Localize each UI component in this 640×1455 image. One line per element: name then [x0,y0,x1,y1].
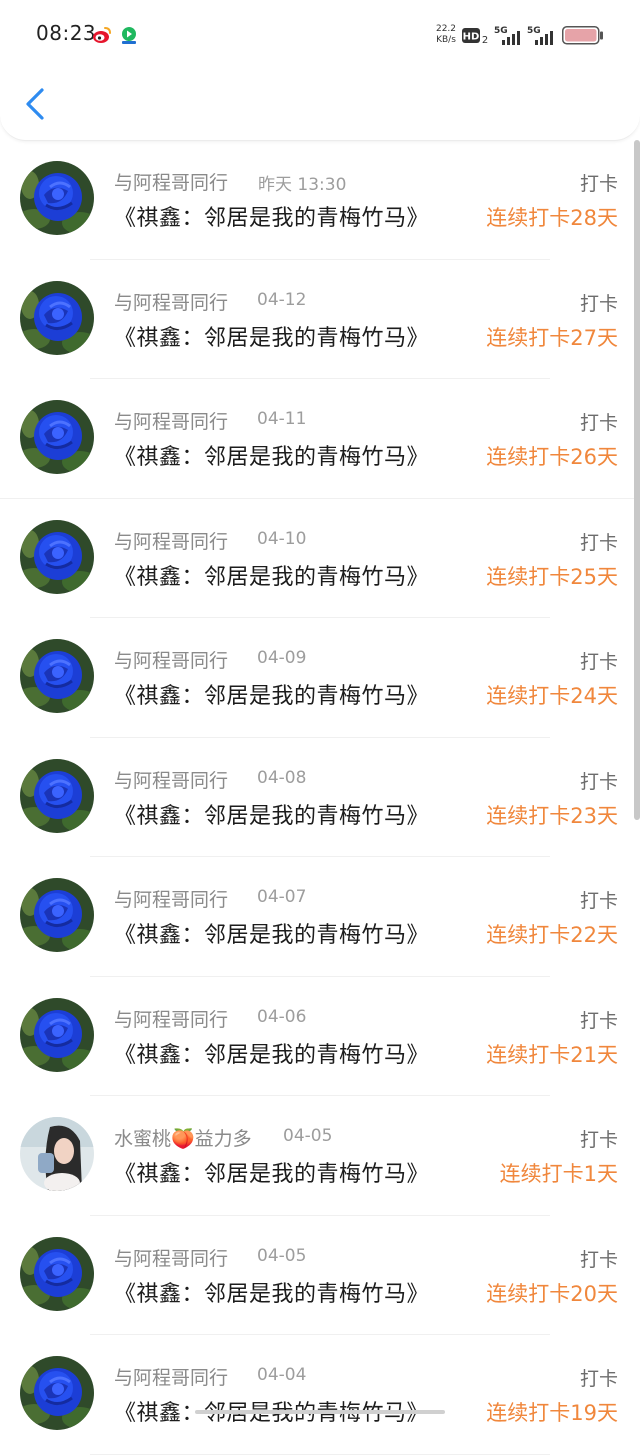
avatar-blue-rose[interactable] [20,997,94,1072]
checkin-tag: 打卡 [579,890,618,912]
list-item[interactable]: 水蜜桃🍑益力多 04-05 《祺鑫：邻居是我的青梅竹马》 打卡连续打卡1天 [0,1096,640,1216]
post-date: 04-06 [257,1006,307,1027]
book-title: 《祺鑫：邻居是我的青梅竹马》 [114,684,430,709]
avatar-blue-rose[interactable] [20,1356,94,1430]
streak-count: 连续打卡1天 [499,1162,618,1186]
book-title: 《祺鑫：邻居是我的青梅竹马》 [114,325,430,351]
checkin-tag: 打卡 [579,770,618,793]
book-title: 《祺鑫：邻居是我的青梅竹马》 [114,1042,430,1068]
book-title: 《祺鑫：邻居是我的青梅竹马》 [114,923,430,948]
battery-icon [562,26,604,45]
post-date: 04-11 [257,409,307,429]
home-indicator [195,1410,445,1414]
post-date: 04-04 [257,1365,307,1385]
list-item[interactable]: 与阿程哥同行 04-11 《祺鑫：邻居是我的青梅竹马》 打卡连续打卡26天 [0,379,640,499]
avatar-blue-rose[interactable] [20,758,94,833]
streak-count: 连续打卡21天 [486,1042,618,1067]
signal-icon: 5G [494,24,524,46]
scrollbar[interactable] [634,140,640,820]
avatar-blue-rose[interactable] [20,519,94,594]
streak-count: 连续打卡22天 [486,923,618,947]
video-app-icon [119,25,139,45]
list-item[interactable]: 与阿程哥同行 04-06 《祺鑫：邻居是我的青梅竹马》 打卡连续打卡21天 [0,977,640,1096]
avatar-blue-rose[interactable] [20,639,94,713]
post-date: 04-05 [283,1126,333,1146]
signal2-label: 5G [527,26,541,36]
list-item[interactable]: 与阿程哥同行04-04《祺鑫：邻居是我的青梅竹马》打卡连续打卡19天 [0,1335,640,1455]
post-date: 04-05 [257,1245,307,1266]
avatar-blue-rose[interactable] [20,1236,94,1311]
username[interactable]: 与阿程哥同行 [114,885,228,912]
username[interactable]: 水蜜桃🍑益力多 [114,1124,252,1151]
username[interactable]: 与阿程哥同行 [114,1005,228,1032]
checkin-tag: 打卡 [579,531,618,554]
username[interactable]: 与阿程哥同行 [114,646,228,673]
back-button[interactable] [18,84,54,124]
checkin-list: 与阿程哥同行 昨天 13:30 《祺鑫：邻居是我的青梅竹马》 打卡 连续打卡28天 与阿… [0,140,640,1455]
avatar-blue-rose[interactable] [20,400,94,474]
book-title: 《祺鑫：邻居是我的青梅竹马》 [114,564,430,590]
weibo-icon [92,26,112,44]
book-title: 《祺鑫：邻居是我的青梅竹马》 [114,1162,430,1187]
post-date: 04-12 [257,289,307,310]
post-date: 昨天 13:30 [258,175,347,195]
hd-voice-icon: HD 2 [462,26,492,46]
post-date: 04-08 [257,767,307,788]
checkin-tag: 打卡 [579,1248,618,1271]
top-bar: 08:23 22.2 KB/s HD 2 5G 5G [0,0,640,141]
signal-icon: 5G [527,24,557,46]
checkin-tag: 打卡 [579,1129,618,1151]
list-item[interactable]: 与阿程哥同行 昨天 13:30 《祺鑫：邻居是我的青梅竹马》 打卡连续打卡28天 [0,140,640,260]
username[interactable]: 与阿程哥同行 [114,288,228,315]
list-item[interactable]: 与阿程哥同行 04-08 《祺鑫：邻居是我的青梅竹马》 打卡连续打卡23天 [0,738,640,857]
checkin-tag: 打卡 [579,1009,618,1032]
signal1-label: 5G [494,26,508,36]
streak-count: 连续打卡26天 [486,445,618,469]
hd-sub: 2 [482,35,488,46]
username[interactable]: 与阿程哥同行 [114,1363,228,1390]
checkin-tag: 打卡 [579,412,618,434]
username[interactable]: 与阿程哥同行 [114,527,228,554]
chevron-left-icon [18,88,54,128]
list-item[interactable]: 与阿程哥同行 04-09 《祺鑫：邻居是我的青梅竹马》 打卡连续打卡24天 [0,618,640,738]
checkin-tag: 打卡 [579,651,618,673]
avatar-blue-rose[interactable] [20,280,94,355]
checkin-tag: 打卡 [579,292,618,315]
streak-count: 连续打卡27天 [486,325,618,350]
username[interactable]: 与阿程哥同行 [114,1244,228,1271]
username[interactable]: 与阿程哥同行 [114,407,228,434]
streak-count: 连续打卡25天 [486,564,618,589]
streak-count: 连续打卡28天 [486,206,618,230]
book-title: 《祺鑫：邻居是我的青梅竹马》 [114,803,430,829]
streak-count: 连续打卡20天 [486,1281,618,1306]
streak-count: 连续打卡24天 [486,684,618,708]
streak-count: 连续打卡19天 [486,1401,618,1425]
list-item[interactable]: 与阿程哥同行 04-07 《祺鑫：邻居是我的青梅竹马》 打卡连续打卡22天 [0,857,640,977]
status-time: 08:23 [36,21,97,45]
avatar-blue-rose[interactable] [20,878,94,952]
list-item[interactable]: 与阿程哥同行 04-10 《祺鑫：邻居是我的青梅竹马》 打卡连续打卡25天 [0,499,640,618]
username[interactable]: 与阿程哥同行 [114,168,228,195]
status-bar: 08:23 22.2 KB/s HD 2 5G 5G [0,0,640,66]
list-item[interactable]: 与阿程哥同行 04-05 《祺鑫：邻居是我的青梅竹马》 打卡连续打卡20天 [0,1216,640,1335]
avatar-blue-rose[interactable] [20,161,94,235]
book-title: 《祺鑫：邻居是我的青梅竹马》 [114,445,430,470]
list-item[interactable]: 与阿程哥同行 04-12 《祺鑫：邻居是我的青梅竹马》 打卡连续打卡27天 [0,260,640,379]
avatar-girl-photo[interactable] [20,1117,94,1191]
checkin-tag: 打卡 [579,1368,618,1390]
streak-count: 连续打卡23天 [486,803,618,828]
checkin-tag: 打卡 [579,173,618,195]
post-date: 04-09 [257,648,307,668]
network-speed: 22.2 KB/s [435,24,457,45]
hd-label: HD [463,32,480,43]
post-date: 04-10 [257,528,307,549]
post-date: 04-07 [257,887,307,907]
row-divider [90,1453,550,1455]
book-title: 《祺鑫：邻居是我的青梅竹马》 [114,206,430,231]
book-title: 《祺鑫：邻居是我的青梅竹马》 [114,1281,430,1307]
username[interactable]: 与阿程哥同行 [114,766,228,793]
